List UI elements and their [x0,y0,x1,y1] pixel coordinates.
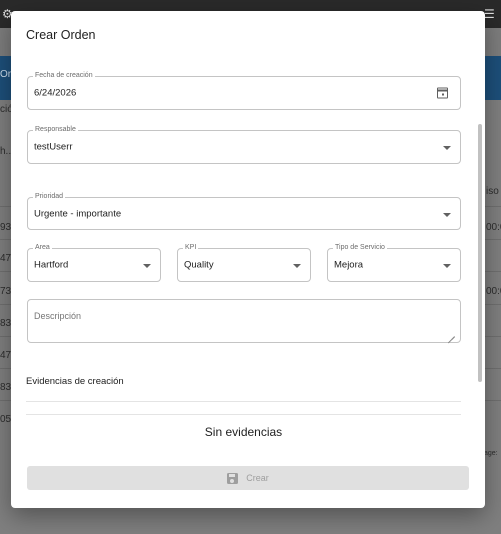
dialog-title: Crear Orden [26,28,96,42]
chevron-down-icon [443,212,451,217]
menu-icon: ☰ [484,7,495,21]
responsable-value: testUserr [34,141,73,153]
kpi-select[interactable]: KPI Quality [177,243,311,282]
background-text: 00:0 [486,222,501,233]
background-text: 05 [0,414,12,425]
background-text: 83 [0,318,12,329]
calendar-icon[interactable] [437,87,448,99]
responsable-label: Responsable [33,125,78,135]
chevron-down-icon [143,264,151,268]
description-placeholder: Descripción [34,311,82,321]
kpi-value: Quality [184,259,214,271]
chevron-down-icon [293,264,301,268]
background-text: age: [484,450,498,457]
create-button-label: Crear [246,473,269,483]
background-text: 00:0 [486,286,501,297]
area-select[interactable]: Area Hartford [27,243,161,282]
create-button[interactable]: Crear [27,466,469,490]
service-type-select[interactable]: Tipo de Servicio Mejora [327,243,461,282]
description-textarea[interactable]: Descripción [27,299,461,343]
prioridad-select[interactable]: Prioridad Urgente - importante [27,192,461,230]
service-type-label: Tipo de Servicio [333,243,387,253]
evidence-divider [26,401,461,402]
prioridad-value: Urgente - importante [34,208,122,219]
chevron-down-icon [443,146,451,150]
dialog-scrollbar[interactable] [478,124,482,382]
create-order-dialog: Crear Orden Fecha de creación 6/24/2026 … [11,11,485,508]
kpi-label: KPI [183,243,199,253]
background-text: 47 [0,350,12,361]
responsable-select[interactable]: Responsable testUserr [27,125,461,164]
area-label: Area [33,243,52,253]
resize-handle-icon[interactable] [448,330,455,337]
background-text: 93 [0,222,12,233]
background-text: 83 [0,382,12,393]
background-text: 47 [0,253,12,264]
save-icon [227,472,239,484]
evidence-divider [26,414,461,415]
chevron-down-icon [443,264,451,268]
background-text: iso [486,186,499,197]
prioridad-label: Prioridad [33,192,66,202]
creation-date-value: 6/24/2026 [34,87,77,99]
area-value: Hartford [34,259,69,271]
no-evidence-text: Sin evidencias [204,425,283,439]
evidence-section-title: Evidencias de creación [26,376,124,387]
creation-date-label: Fecha de creación [33,71,95,81]
creation-date-field[interactable]: Fecha de creación 6/24/2026 [27,71,461,110]
service-type-value: Mejora [334,259,364,271]
background-text: 73 [0,286,12,297]
